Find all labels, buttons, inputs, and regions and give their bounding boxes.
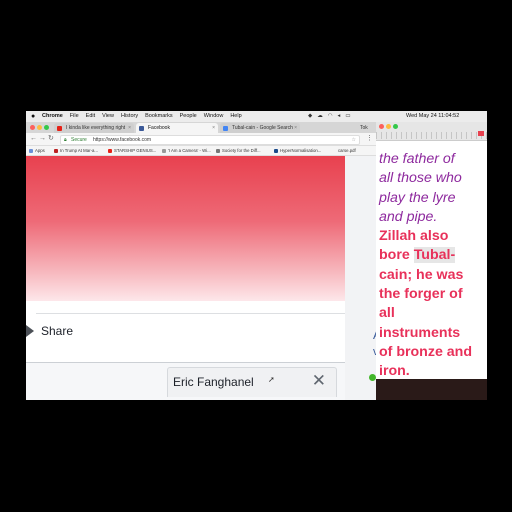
bookmark-item[interactable]: In Trump At Mar-a... bbox=[54, 146, 98, 155]
bookmark-item[interactable]: HyperNormalisation... bbox=[274, 146, 321, 155]
app-menus: Chrome File Edit View History Bookmarks … bbox=[42, 111, 242, 122]
text-line: the forger of bbox=[379, 286, 463, 303]
text-line: bore Tubal- bbox=[379, 246, 487, 265]
text-fragment: bore bbox=[379, 247, 414, 264]
share-button[interactable]: Share bbox=[41, 324, 73, 338]
feed-post: Share bbox=[26, 156, 372, 362]
lock-icon: 🔒︎ bbox=[64, 137, 67, 143]
macos-menu-bar: ● Chrome File Edit View History Bookmark… bbox=[26, 111, 487, 122]
tab-strip: I kinda like everything right × Facebook… bbox=[26, 122, 376, 133]
menu-people[interactable]: People bbox=[180, 111, 197, 122]
close-window-icon[interactable] bbox=[379, 124, 384, 129]
share-icon[interactable] bbox=[26, 325, 34, 337]
close-window-icon[interactable] bbox=[30, 125, 35, 130]
wikipedia-icon bbox=[162, 148, 166, 153]
dropbox-icon[interactable]: ◆ bbox=[308, 111, 312, 122]
post-image[interactable] bbox=[26, 156, 372, 301]
secure-label: Secure bbox=[71, 137, 87, 143]
chrome-menu-icon[interactable]: ⋮ bbox=[366, 133, 373, 145]
tab-label: Tubal-cain - Google Search bbox=[232, 125, 293, 131]
background-window-strip: A va bbox=[345, 156, 385, 400]
text-line: the father of bbox=[379, 151, 455, 167]
highlighted-term[interactable]: Tubal- bbox=[413, 247, 456, 264]
close-tab-icon[interactable]: × bbox=[128, 123, 131, 133]
bookmark-item[interactable]: 'I Am a Camera' - Wi... bbox=[162, 146, 211, 155]
zoom-window-icon[interactable] bbox=[44, 125, 49, 130]
close-chat-button[interactable]: ✕ bbox=[312, 371, 326, 391]
menu-bookmarks[interactable]: Bookmarks bbox=[145, 111, 173, 122]
menu-chrome[interactable]: Chrome bbox=[42, 111, 63, 122]
reader-window: the father of all those who play the lyr… bbox=[376, 122, 487, 379]
desktop-background bbox=[376, 379, 487, 400]
minimize-window-icon[interactable] bbox=[37, 125, 42, 130]
cloud-icon[interactable]: ☁ bbox=[317, 111, 323, 122]
battery-icon[interactable]: ▭ bbox=[345, 111, 350, 122]
scripture-text: the father of all those who play the lyr… bbox=[379, 150, 487, 379]
menu-history[interactable]: History bbox=[121, 111, 138, 122]
back-icon[interactable]: ← bbox=[30, 133, 37, 145]
zoom-window-icon[interactable] bbox=[393, 124, 398, 129]
bookmark-item[interactable]: Society for the Diff... bbox=[216, 146, 261, 155]
tab-google-search[interactable]: Tubal-cain - Google Search × bbox=[220, 123, 300, 133]
tab-label: Facebook bbox=[148, 125, 170, 131]
text-line: of bronze and bbox=[379, 343, 473, 360]
tab-facebook[interactable]: Facebook × bbox=[136, 123, 218, 133]
chat-bar: Eric Fanghanel ➚ ✕ bbox=[26, 362, 372, 400]
text-line: cain; he was bbox=[379, 266, 464, 283]
menu-edit[interactable]: Edit bbox=[86, 111, 95, 122]
bookmark-star-icon[interactable]: ☆ bbox=[352, 136, 356, 144]
ruler bbox=[376, 132, 487, 139]
reload-icon[interactable]: ↻ bbox=[48, 133, 54, 145]
google-favicon-icon bbox=[223, 126, 228, 131]
status-icons: ◆ ☁ ◠ ◂ ▭ bbox=[308, 111, 351, 122]
chrome-window: I kinda like everything right × Facebook… bbox=[26, 122, 376, 400]
bookmark-favicon-icon bbox=[274, 148, 278, 153]
wifi-icon[interactable]: ◠ bbox=[328, 111, 333, 122]
forward-icon[interactable]: → bbox=[39, 133, 46, 145]
menu-view[interactable]: View bbox=[102, 111, 114, 122]
text-line: Zillah also bbox=[379, 228, 449, 245]
chat-tab[interactable]: Eric Fanghanel ➚ ✕ bbox=[167, 367, 337, 397]
text-line: play the lyre bbox=[379, 189, 456, 206]
bookmark-item[interactable]: carse.pdf bbox=[338, 146, 356, 155]
menu-file[interactable]: File bbox=[70, 111, 79, 122]
browser-toolbar: ← → ↻ 🔒︎ Secure https://www.facebook.com… bbox=[26, 133, 376, 146]
bookmark-favicon-icon bbox=[54, 148, 58, 153]
reader-titlebar bbox=[376, 122, 487, 141]
cursor-icon: ➚ bbox=[268, 375, 275, 384]
online-status-icon bbox=[369, 374, 376, 381]
divider bbox=[36, 313, 360, 314]
bookmark-apps[interactable]: Apps bbox=[29, 146, 45, 155]
facebook-page: Share Eric Fanghanel ➚ ✕ bbox=[26, 156, 376, 400]
profile-chip[interactable]: Tok bbox=[360, 123, 368, 133]
apple-icon[interactable]: ● bbox=[31, 111, 35, 122]
url-text[interactable]: https://www.facebook.com bbox=[93, 136, 151, 144]
text-line: all bbox=[379, 305, 395, 322]
youtube-favicon-icon bbox=[108, 148, 112, 153]
text-line: iron. bbox=[379, 363, 410, 379]
tab-youtube[interactable]: I kinda like everything right × bbox=[54, 123, 134, 133]
volume-icon[interactable]: ◂ bbox=[338, 111, 341, 122]
close-tab-icon[interactable]: × bbox=[294, 123, 297, 133]
bookmarks-bar: Apps In Trump At Mar-a... STARSHIP GENIU… bbox=[26, 146, 376, 156]
minimize-window-icon[interactable] bbox=[386, 124, 391, 129]
menu-window[interactable]: Window bbox=[204, 111, 224, 122]
address-bar[interactable]: 🔒︎ Secure https://www.facebook.com ☆ bbox=[60, 135, 360, 145]
facebook-favicon-icon bbox=[139, 126, 144, 131]
chat-contact-name[interactable]: Eric Fanghanel bbox=[173, 375, 254, 389]
menu-help[interactable]: Help bbox=[230, 111, 241, 122]
menu-clock[interactable]: Wed May 24 11:04:52 bbox=[406, 111, 459, 122]
tab-label: I kinda like everything right bbox=[66, 125, 126, 131]
text-line: instruments bbox=[379, 324, 461, 341]
text-line: and pipe. bbox=[379, 208, 438, 225]
apps-icon bbox=[29, 148, 33, 153]
bookmark-favicon-icon bbox=[216, 148, 220, 153]
text-line: all those who bbox=[379, 170, 462, 187]
record-icon[interactable] bbox=[478, 131, 484, 136]
youtube-favicon-icon bbox=[57, 126, 62, 131]
bookmark-item[interactable]: STARSHIP GENIUS... bbox=[108, 146, 156, 155]
close-tab-icon[interactable]: × bbox=[212, 123, 215, 133]
